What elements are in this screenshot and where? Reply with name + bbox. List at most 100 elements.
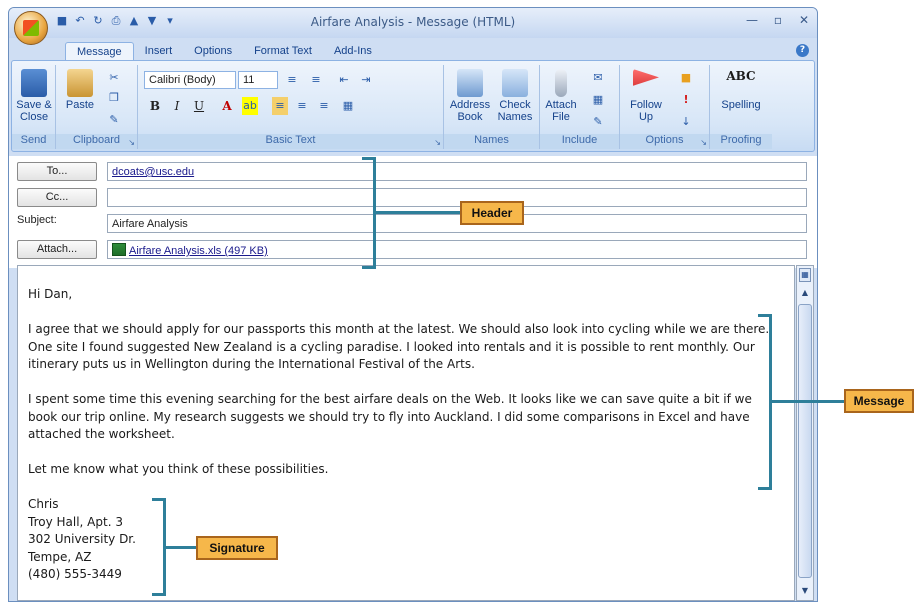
ribbon-tabs: Message Insert Options Format Text Add-I… [65,42,383,60]
high-importance-icon[interactable]: ! [678,91,694,109]
message-bracket [758,314,772,490]
tab-options[interactable]: Options [183,42,243,60]
attach-button[interactable]: Attach... [17,240,97,259]
check-names-button[interactable]: Check Names [494,69,536,123]
numbering-icon[interactable]: ≡ [308,71,324,89]
paste-icon [67,69,93,97]
align-right-icon[interactable]: ≡ [316,97,332,115]
tab-add-ins[interactable]: Add-Ins [323,42,383,60]
low-importance-icon[interactable]: ↓ [678,113,694,131]
office-button[interactable] [14,11,48,45]
signature-line: (480) 555-3449 [28,567,122,581]
vertical-scrollbar[interactable]: ▦ ▲ ▼ [796,265,814,601]
group-basic-text: Calibri (Body) 11 ≡ ≡ ⇤ ⇥ B I U A ab ≡ ≡… [138,65,444,149]
scroll-thumb[interactable] [798,304,812,578]
address-book-icon [457,69,483,97]
options-launcher-icon[interactable]: ↘ [700,138,707,147]
group-options: Follow Up ■ ! ↓ Options ↘ [620,65,710,149]
clipboard-launcher-icon[interactable]: ↘ [128,138,135,147]
attachment-link[interactable]: Airfare Analysis.xls (497 KB) [129,245,268,257]
tab-message[interactable]: Message [65,42,134,60]
styles-icon[interactable]: ▦ [340,97,356,115]
message-callout: Message [844,389,914,413]
cut-icon[interactable]: ✂ [106,69,122,87]
decrease-indent-icon[interactable]: ⇤ [336,71,352,89]
header-connector [376,211,460,214]
signature-line: Troy Hall, Apt. 3 [28,514,123,529]
signature-connector [166,546,196,549]
group-send: Save & Close Send [12,65,56,149]
signature-block: Chris Troy Hall, Apt. 3 302 University D… [28,496,794,584]
font-size-box[interactable]: 11 [238,71,278,89]
header-bracket [362,157,376,269]
spelling-abc-icon: ABC [726,69,756,83]
group-clipboard: Paste ✂ ❐ ✎ Clipboard ↘ [56,65,138,149]
close-icon[interactable]: ✕ [797,12,811,28]
paragraph-1: I agree that we should apply for our pas… [28,322,770,371]
paste-button[interactable]: Paste [60,69,100,111]
scroll-down-icon[interactable]: ▼ [797,584,813,598]
increase-indent-icon[interactable]: ⇥ [358,71,374,89]
flag-icon [633,69,659,86]
align-left-icon[interactable]: ≡ [272,97,288,115]
font-color-icon[interactable]: A [218,97,236,115]
group-label-proofing: Proofing [710,134,772,149]
save-close-icon [21,69,47,97]
paragraph-2: I spent some time this evening searching… [28,392,752,441]
ruler-toggle-icon[interactable]: ▦ [799,268,811,282]
attach-item-icon[interactable]: ✉ [590,69,606,87]
group-label-send: Send [12,134,55,149]
tab-format-text[interactable]: Format Text [243,42,323,60]
window-title: Airfare Analysis - Message (HTML) [310,15,516,29]
signature-line: Tempe, AZ [28,549,92,564]
minimize-icon[interactable]: — [745,12,759,28]
help-icon[interactable]: ? [796,44,809,57]
bullets-icon[interactable]: ≡ [284,71,300,89]
greeting: Hi Dan, [28,287,73,301]
calendar-icon[interactable]: ▦ [590,91,606,109]
follow-up-button[interactable]: Follow Up [624,69,668,123]
group-label-basic-text: Basic Text [138,134,443,149]
maximize-icon[interactable]: ▫ [771,12,785,28]
save-close-button[interactable]: Save & Close [14,69,54,123]
signature-callout: Signature [196,536,278,560]
cc-button[interactable]: Cc... [17,188,97,207]
title-bar: ■ ↶ ↻ ⎙ ▲ ▼ ▾ Airfare Analysis - Message… [9,8,817,38]
copy-icon[interactable]: ❐ [106,89,122,107]
font-name-box[interactable]: Calibri (Body) [144,71,236,89]
signature-bracket [152,498,166,596]
ribbon: Save & Close Send Paste ✂ ❐ ✎ Clipboard … [11,60,815,152]
excel-file-icon [112,243,126,256]
cc-field[interactable] [107,188,807,207]
signature-icon[interactable]: ✎ [590,113,606,131]
group-label-include: Include [540,134,619,149]
format-painter-icon[interactable]: ✎ [106,111,122,129]
group-label-names: Names [444,134,539,149]
message-connector [772,400,844,403]
window-controls: — ▫ ✕ [745,12,811,28]
categorize-icon[interactable]: ■ [678,69,694,87]
group-names: Address Book Check Names Names [444,65,540,149]
to-button[interactable]: To... [17,162,97,181]
highlight-icon[interactable]: ab [242,97,258,115]
subject-field[interactable]: Airfare Analysis [107,214,807,233]
italic-button[interactable]: I [168,97,186,115]
spelling-button[interactable]: ABC Spelling [716,69,766,111]
attach-file-button[interactable]: Attach File [542,69,580,123]
to-recipient[interactable]: dcoats@usc.edu [112,166,194,178]
to-field[interactable]: dcoats@usc.edu [107,162,807,181]
bold-button[interactable]: B [146,97,164,115]
basic-text-launcher-icon[interactable]: ↘ [434,138,441,147]
scroll-up-icon[interactable]: ▲ [797,286,813,300]
office-logo-icon [23,20,39,36]
address-book-button[interactable]: Address Book [448,69,492,123]
align-center-icon[interactable]: ≡ [294,97,310,115]
message-body[interactable]: Hi Dan, I agree that we should apply for… [17,265,795,601]
attachment-field[interactable]: Airfare Analysis.xls (497 KB) [107,240,807,259]
signature-line: Chris [28,497,59,511]
check-names-icon [502,69,528,97]
underline-button[interactable]: U [190,97,208,115]
subject-label: Subject: [17,214,57,226]
paperclip-icon [555,69,567,97]
tab-insert[interactable]: Insert [134,42,184,60]
